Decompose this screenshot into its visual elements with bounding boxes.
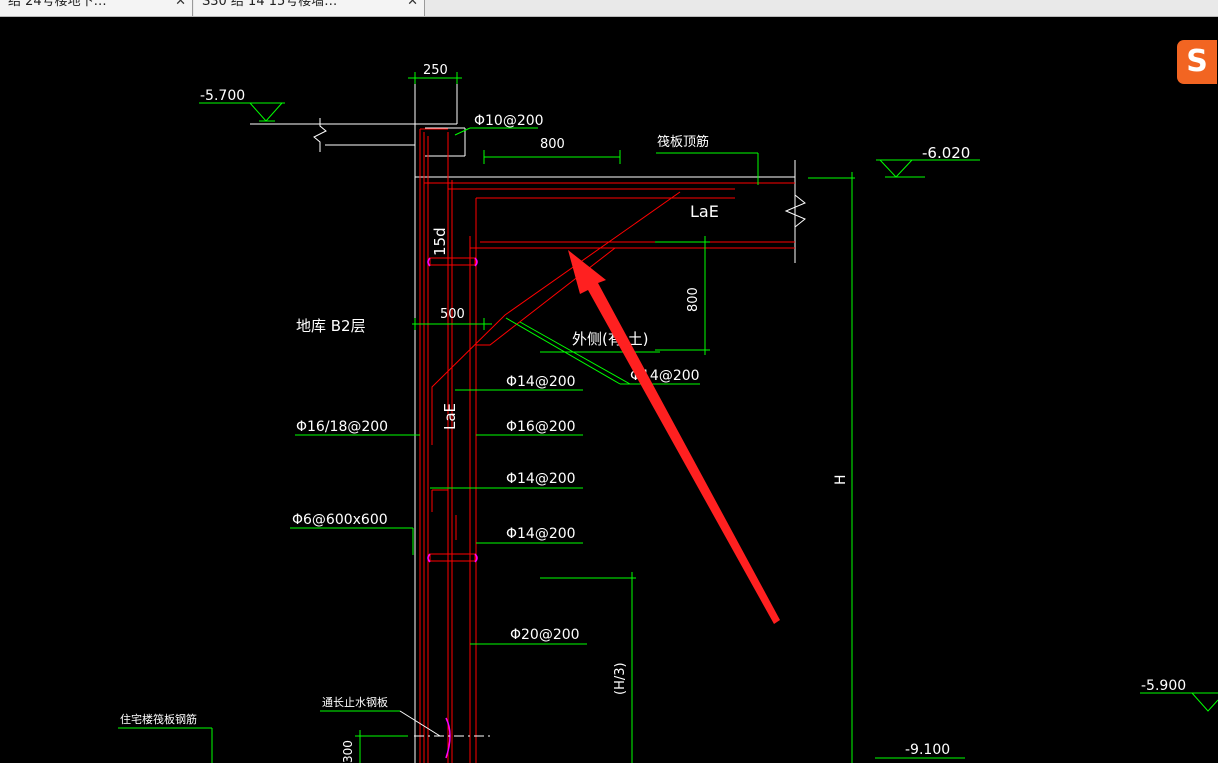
tab-drawing-24[interactable]: 结 24号楼地下… ✕: [0, 0, 193, 16]
tab-drawing-s30[interactable]: S30 结 14 15号楼墙… ✕: [194, 0, 425, 16]
rebar-label: Φ14@200: [506, 526, 576, 542]
drawing-labels: 250 -5.700 Φ10@200 800 筏板顶筋 -6.020 LaE 1…: [120, 63, 1186, 763]
dim-15d: 15d: [431, 227, 449, 256]
rebar-label: Φ10@200: [474, 113, 544, 129]
rebar-label: Φ16/18@200: [296, 419, 388, 435]
elevation-label: -5.900: [1141, 678, 1186, 694]
elevation-label: -6.020: [922, 144, 970, 162]
elevation-label: -9.100: [905, 742, 950, 758]
tab-label: 结 24号楼地下…: [8, 0, 107, 9]
dim-800-top: 800: [540, 137, 565, 152]
residential-rebar-label: 住宅楼筏板钢筋: [120, 712, 197, 726]
close-icon[interactable]: ✕: [175, 0, 186, 8]
raft-top-bar-label: 筏板顶筋: [657, 134, 709, 150]
sogou-ime-icon[interactable]: S: [1177, 40, 1217, 84]
tab-label: S30 结 14 15号楼墙…: [202, 0, 338, 9]
rebar-label: Φ16@200: [506, 419, 576, 435]
dim-500: 500: [440, 307, 465, 322]
leader-lines: [399, 710, 492, 737]
rebar-label: Φ20@200: [510, 627, 580, 643]
dim-300-partial: 300: [341, 740, 355, 763]
floor-label: 地库 B2层: [296, 317, 366, 335]
cad-drawing-canvas[interactable]: 250 -5.700 Φ10@200 800 筏板顶筋 -6.020 LaE 1…: [0, 16, 1218, 763]
rebar-lines: [419, 128, 795, 763]
elevation-label: -5.700: [200, 88, 245, 104]
height-label: H: [833, 474, 849, 485]
waterstop-label: 通长止水钢板: [322, 695, 388, 709]
height-third-label: (H/3): [613, 662, 628, 695]
annotation-arrow: [568, 250, 780, 624]
tab-bar: 结 24号楼地下… ✕ S30 结 14 15号楼墙… ✕: [0, 0, 1218, 17]
dim-800-side: 800: [686, 287, 701, 312]
rebar-label: Φ14@200: [506, 471, 576, 487]
close-icon[interactable]: ✕: [407, 0, 418, 8]
dim-250: 250: [423, 63, 448, 78]
lae-label: LaE: [690, 202, 719, 221]
outer-side-label: 外侧(有 土): [572, 330, 648, 348]
rebar-label: Φ14@200: [506, 374, 576, 390]
rebar-label: Φ6@600x600: [292, 512, 388, 528]
lae-side-label: LaE: [441, 403, 459, 430]
